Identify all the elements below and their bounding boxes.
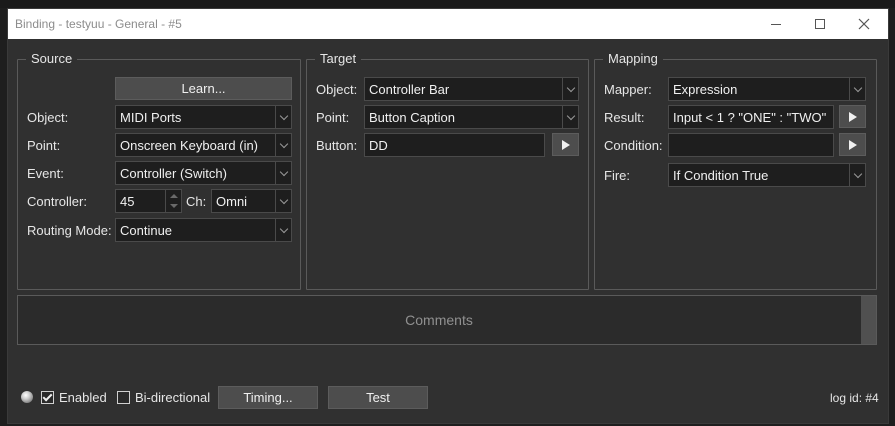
target-button-label: Button:	[316, 138, 358, 153]
channel-select[interactable]: Omni	[211, 189, 292, 213]
chevron-down-icon	[275, 106, 291, 128]
fire-label: Fire:	[604, 168, 630, 183]
binding-window: Binding - testyuu - General - #5 Source …	[7, 8, 889, 424]
fire-value: If Condition True	[673, 168, 769, 183]
source-event-value: Controller (Switch)	[120, 166, 227, 181]
play-icon	[848, 139, 857, 150]
source-object-value: MIDI Ports	[120, 110, 182, 125]
chevron-down-icon	[275, 219, 291, 241]
source-event-label: Event:	[27, 166, 64, 181]
source-point-value: Onscreen Keyboard (in)	[120, 138, 259, 153]
chevron-down-icon	[275, 190, 291, 212]
maximize-button[interactable]	[798, 9, 842, 39]
result-label: Result:	[604, 110, 645, 125]
title-bar: Binding - testyuu - General - #5	[8, 9, 888, 39]
condition-play-button[interactable]	[839, 133, 866, 156]
timing-button[interactable]: Timing...	[218, 386, 318, 409]
target-group: Target Object: Controller Bar Point: But…	[306, 51, 589, 290]
target-play-button[interactable]	[552, 133, 579, 156]
window-title: Binding - testyuu - General - #5	[15, 17, 182, 31]
learn-button[interactable]: Learn...	[115, 77, 292, 100]
chevron-down-icon	[849, 164, 865, 186]
mapper-select[interactable]: Expression	[668, 77, 866, 101]
chevron-down-icon	[562, 78, 578, 100]
result-value: Input < 1 ? "ONE" : "TWO"	[673, 110, 827, 125]
close-button[interactable]	[842, 9, 886, 39]
minimize-button[interactable]	[754, 9, 798, 39]
condition-input[interactable]	[668, 133, 834, 157]
channel-label: Ch:	[186, 194, 207, 209]
mapping-group: Mapping Mapper: Expression Result: Input…	[594, 51, 877, 290]
bidirectional-label[interactable]: Bi-directional	[135, 390, 210, 405]
chevron-down-icon	[275, 134, 291, 156]
result-input[interactable]: Input < 1 ? "ONE" : "TWO"	[668, 105, 834, 129]
channel-value: Omni	[216, 194, 248, 209]
target-point-label: Point:	[316, 110, 350, 125]
result-play-button[interactable]	[839, 105, 866, 128]
source-object-label: Object:	[27, 110, 69, 125]
comments-field[interactable]: Comments	[17, 295, 877, 345]
mapper-label: Mapper:	[604, 82, 652, 97]
minimize-icon	[771, 23, 781, 25]
source-point-select[interactable]: Onscreen Keyboard (in)	[115, 133, 292, 157]
chevron-down-icon	[849, 78, 865, 100]
checkmark-icon	[42, 391, 53, 402]
play-icon	[561, 139, 570, 150]
source-event-select[interactable]: Controller (Switch)	[115, 161, 292, 185]
mapper-value: Expression	[673, 82, 738, 97]
enabled-label[interactable]: Enabled	[59, 390, 107, 405]
source-object-select[interactable]: MIDI Ports	[115, 105, 292, 129]
target-group-title: Target	[315, 51, 362, 66]
enabled-checkbox[interactable]	[41, 391, 54, 404]
comments-scrollbar[interactable]	[861, 296, 876, 344]
target-button-value: DD	[369, 138, 388, 153]
target-object-label: Object:	[316, 82, 358, 97]
maximize-icon	[815, 19, 825, 29]
routing-mode-value: Continue	[120, 223, 173, 238]
target-point-value: Button Caption	[369, 110, 456, 125]
chevron-down-icon	[275, 162, 291, 184]
play-icon	[848, 111, 857, 122]
fire-select[interactable]: If Condition True	[668, 163, 866, 187]
comments-placeholder: Comments	[405, 312, 473, 328]
chevron-down-icon	[562, 106, 578, 128]
target-button-input[interactable]: DD	[364, 133, 545, 157]
condition-label: Condition:	[604, 138, 663, 153]
controller-value: 45	[120, 194, 135, 209]
target-object-select[interactable]: Controller Bar	[364, 77, 579, 101]
source-group: Source Learn... Object: MIDI Ports Point…	[17, 51, 301, 290]
target-object-value: Controller Bar	[369, 82, 450, 97]
background-strip	[0, 0, 895, 8]
controller-label: Controller:	[27, 194, 87, 209]
mapping-group-title: Mapping	[603, 51, 663, 66]
target-point-select[interactable]: Button Caption	[364, 105, 579, 129]
bidirectional-checkbox[interactable]	[117, 391, 130, 404]
close-icon	[858, 18, 870, 30]
routing-mode-label: Routing Mode:	[27, 223, 112, 238]
log-id: log id: #4	[830, 391, 879, 405]
controller-stepper[interactable]: 45	[115, 189, 182, 213]
source-point-label: Point:	[27, 138, 61, 153]
test-button[interactable]: Test	[328, 386, 428, 409]
status-led-icon	[21, 391, 33, 403]
source-group-title: Source	[26, 51, 78, 66]
routing-mode-select[interactable]: Continue	[115, 218, 292, 242]
stepper-arrows-icon[interactable]	[165, 190, 181, 212]
